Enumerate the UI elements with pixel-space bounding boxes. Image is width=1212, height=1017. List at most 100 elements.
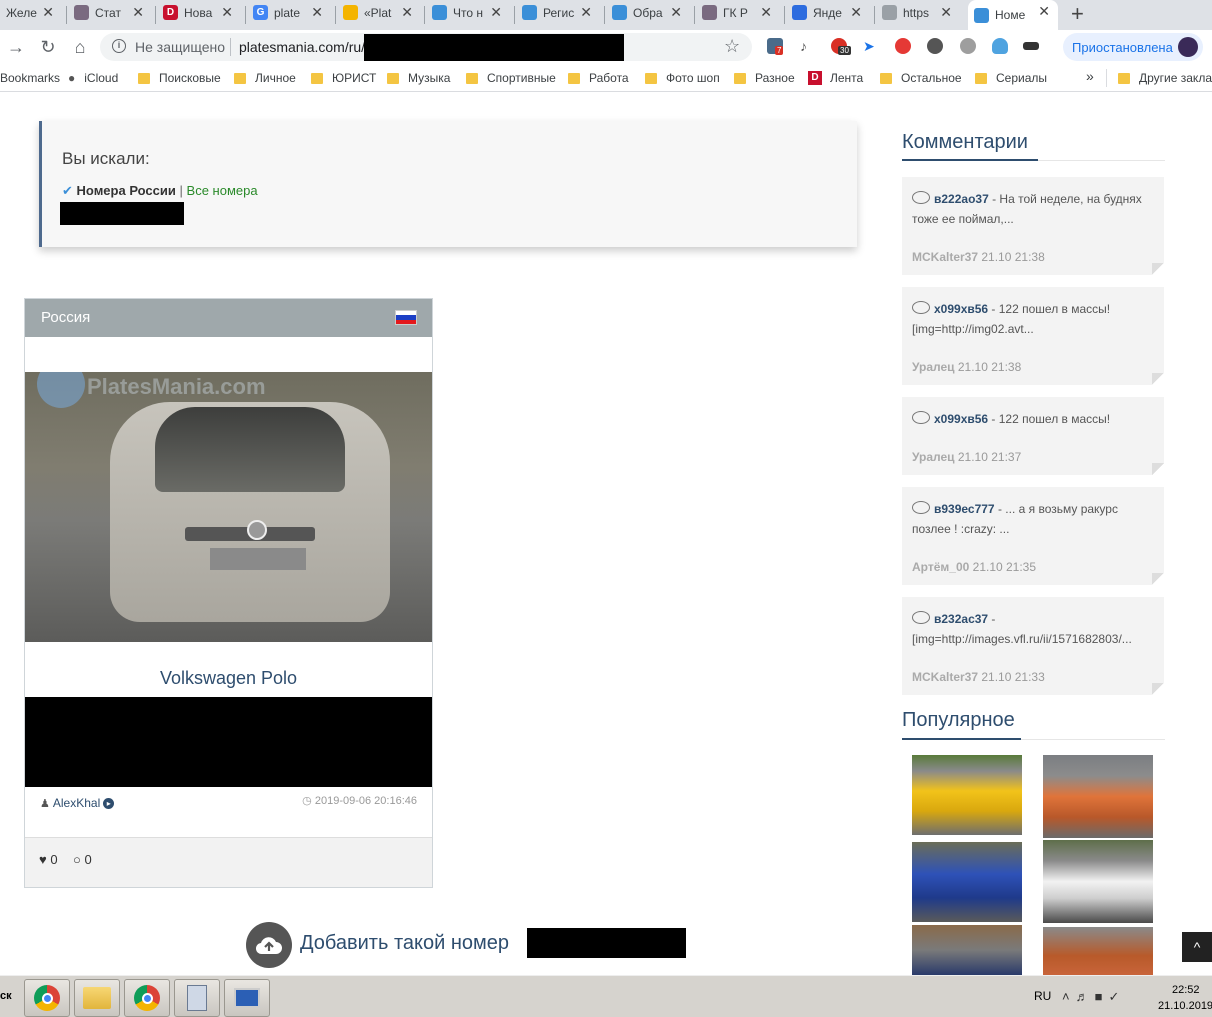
explorer-taskbar-button[interactable] bbox=[74, 979, 120, 1017]
new-tab-button[interactable]: + bbox=[1071, 1, 1084, 27]
incognito-icon[interactable] bbox=[1023, 42, 1039, 50]
browser-tab[interactable]: Стат ✕ bbox=[68, 1, 152, 24]
comment-user[interactable]: Уралец bbox=[912, 360, 955, 374]
other-bookmarks[interactable]: Другие заклад bbox=[1118, 71, 1212, 85]
bookmark-folder[interactable]: Личное bbox=[234, 71, 296, 85]
close-tab-icon[interactable]: ✕ bbox=[580, 4, 592, 21]
comment-button[interactable]: ○ 0 bbox=[73, 852, 92, 867]
calculator-taskbar-button[interactable] bbox=[174, 979, 220, 1017]
comment-item[interactable]: х099хв56 - 122 пошел в массы! Уралец 21.1… bbox=[902, 397, 1164, 475]
car-photo[interactable]: PlatesMania.com bbox=[25, 372, 432, 642]
comment-user[interactable]: Уралец bbox=[912, 450, 955, 464]
chrome-taskbar-button[interactable] bbox=[124, 979, 170, 1017]
bookmark-folder[interactable]: Спортивные bbox=[466, 71, 556, 85]
comment-plate-link[interactable]: х099хв56 bbox=[934, 302, 988, 316]
close-tab-icon[interactable]: ✕ bbox=[311, 4, 323, 21]
folder-icon bbox=[880, 72, 892, 84]
bookmark-folder[interactable]: Работа bbox=[568, 71, 629, 85]
popular-thumbnail[interactable] bbox=[1043, 755, 1153, 838]
bookmarks-overflow-button[interactable]: » bbox=[1086, 68, 1094, 84]
close-tab-icon[interactable]: ✕ bbox=[490, 4, 502, 21]
close-tab-icon[interactable]: ✕ bbox=[42, 4, 54, 21]
browser-tab[interactable]: Что н ✕ bbox=[426, 1, 510, 24]
target-icon[interactable] bbox=[895, 38, 911, 54]
popular-thumbnail[interactable] bbox=[1043, 927, 1153, 975]
popular-thumbnail[interactable] bbox=[912, 842, 1022, 922]
browser-tab[interactable]: Желе ✕ bbox=[0, 1, 62, 24]
browser-tab[interactable]: Номе ✕ bbox=[968, 0, 1058, 30]
all-plates-link[interactable]: Все номера bbox=[187, 183, 258, 198]
comment-plate-link[interactable]: х099хв56 bbox=[934, 412, 988, 426]
comment-plate-link[interactable]: в232ас37 bbox=[934, 612, 988, 626]
upload-button[interactable] bbox=[246, 922, 292, 968]
bookmark-folder[interactable]: Музыка bbox=[387, 71, 450, 85]
back-button[interactable]: → bbox=[4, 35, 28, 59]
bookmark-folder[interactable]: Фото шоп bbox=[645, 71, 720, 85]
comment-user[interactable]: MCKalter37 bbox=[912, 670, 978, 684]
bookmark-star-icon[interactable]: ☆ bbox=[724, 36, 740, 57]
home-button[interactable]: ⌂ bbox=[68, 35, 92, 59]
language-indicator[interactable]: RU bbox=[1034, 989, 1051, 1003]
browser-tab[interactable]: Обра ✕ bbox=[606, 1, 690, 24]
comment-item[interactable]: в939ес777 - ... а я возьму ракурс позлее… bbox=[902, 487, 1164, 585]
comment-user[interactable]: MCKalter37 bbox=[912, 250, 978, 264]
like-button[interactable]: ♥ 0 bbox=[39, 852, 58, 867]
url-text[interactable]: platesmania.com/ru/ bbox=[239, 39, 365, 55]
close-tab-icon[interactable]: ✕ bbox=[670, 4, 682, 21]
clock-date[interactable]: 21.10.2019 bbox=[1158, 1000, 1212, 1012]
card-author[interactable]: ♟ AlexKhal ▸ bbox=[40, 796, 115, 810]
info-icon[interactable]: i bbox=[112, 39, 126, 53]
chrome-taskbar-button[interactable] bbox=[24, 979, 70, 1017]
browser-tab[interactable]: D Нова ✕ bbox=[157, 1, 241, 24]
scroll-to-top-button[interactable]: ^ bbox=[1182, 932, 1212, 962]
address-bar[interactable]: i Не защищено platesmania.com/ru/ ☆ bbox=[100, 33, 752, 61]
comment-item[interactable]: в222ао37 - На той неделе, на буднях тоже… bbox=[902, 177, 1164, 275]
close-tab-icon[interactable]: ✕ bbox=[760, 4, 772, 21]
popular-thumbnail[interactable] bbox=[912, 925, 1022, 975]
bookmark-folder[interactable]: Сериалы bbox=[975, 71, 1047, 85]
browser-tab[interactable]: Gplate ✕ bbox=[247, 1, 331, 24]
extension-icon[interactable]: 7 bbox=[767, 38, 784, 55]
comment-item[interactable]: х099хв56 - 122 пошел в массы! [img=http:… bbox=[902, 287, 1164, 385]
close-tab-icon[interactable]: ✕ bbox=[940, 4, 952, 21]
popular-thumbnail[interactable] bbox=[912, 755, 1022, 835]
card-footer: ♥ 0 ○ 0 bbox=[25, 837, 432, 887]
browser-tab[interactable]: Янде ✕ bbox=[786, 1, 870, 24]
close-tab-icon[interactable]: ✕ bbox=[132, 4, 144, 21]
reload-button[interactable]: ↻ bbox=[36, 35, 60, 59]
extension-icon[interactable]: 30 bbox=[831, 38, 851, 55]
close-tab-icon[interactable]: ✕ bbox=[221, 4, 233, 21]
profile-chip[interactable]: Приостановлена bbox=[1063, 33, 1203, 61]
add-number-link[interactable]: Добавить такой номер bbox=[300, 932, 509, 955]
close-tab-icon[interactable]: ✕ bbox=[1038, 3, 1050, 20]
calculator-icon bbox=[187, 985, 207, 1011]
bookmark-folder[interactable]: Остальное bbox=[880, 71, 962, 85]
send-icon[interactable]: ➤ bbox=[863, 38, 879, 54]
start-button[interactable]: ск bbox=[0, 990, 12, 1002]
bookmark-folder[interactable]: Разное bbox=[734, 71, 795, 85]
bookmark-folder[interactable]: Поисковые bbox=[138, 71, 221, 85]
bookmark-item[interactable]: D Лента bbox=[808, 71, 863, 85]
extension-icon[interactable] bbox=[927, 38, 943, 54]
bookmark-item[interactable]: Bookmarks bbox=[0, 71, 60, 85]
bookmark-folder[interactable]: ЮРИСТ bbox=[311, 71, 376, 85]
comment-user[interactable]: Артём_00 bbox=[912, 560, 969, 574]
popular-thumbnail[interactable] bbox=[1043, 840, 1153, 923]
browser-tab[interactable]: https ✕ bbox=[876, 1, 960, 24]
music-note-icon[interactable]: ♪ bbox=[800, 38, 816, 54]
extension-icon[interactable] bbox=[960, 38, 976, 54]
comment-plate-link[interactable]: в222ао37 bbox=[934, 192, 989, 206]
car-model-link[interactable]: Volkswagen Polo bbox=[25, 668, 432, 689]
remote-desktop-taskbar-button[interactable] bbox=[224, 979, 270, 1017]
bookmark-item[interactable]: ● iCloud bbox=[68, 71, 118, 85]
cloud-icon[interactable] bbox=[992, 38, 1008, 54]
comment-item[interactable]: в232ас37 - [img=http://images.vfl.ru/ii/… bbox=[902, 597, 1164, 695]
browser-tab[interactable]: «Plat ✕ bbox=[337, 1, 421, 24]
close-tab-icon[interactable]: ✕ bbox=[850, 4, 862, 21]
comment-plate-link[interactable]: в939ес777 bbox=[934, 502, 995, 516]
close-tab-icon[interactable]: ✕ bbox=[401, 4, 413, 21]
browser-tab[interactable]: Регис ✕ bbox=[516, 1, 600, 24]
clock-time[interactable]: 22:52 bbox=[1172, 984, 1200, 996]
browser-tab[interactable]: ГК Р ✕ bbox=[696, 1, 780, 24]
system-tray[interactable]: ˄♬■✓ bbox=[1062, 989, 1125, 1005]
